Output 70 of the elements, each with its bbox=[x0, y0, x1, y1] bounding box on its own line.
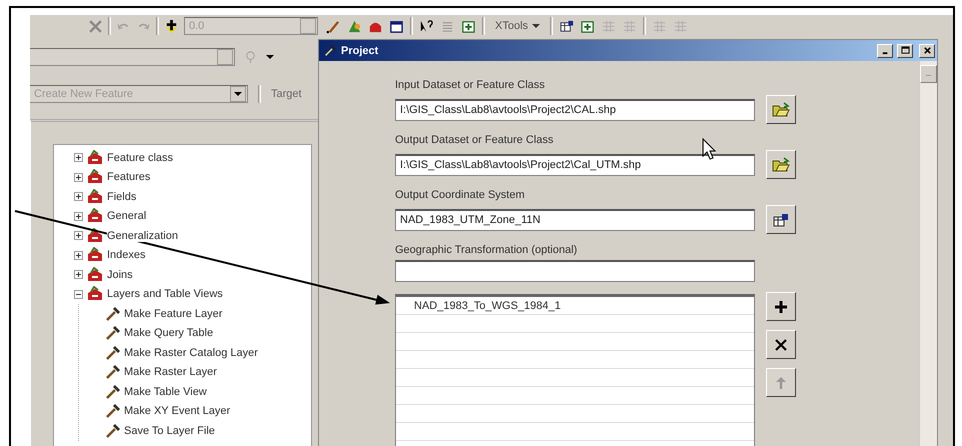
table-icon bbox=[772, 212, 790, 228]
window-icon[interactable] bbox=[389, 18, 404, 34]
expander-toggle[interactable] bbox=[74, 231, 83, 240]
hammer-icon bbox=[324, 44, 337, 57]
text-field[interactable]: I:\GIS_Class\Lab8\avtools\Project2\Cal_UTM.shp bbox=[395, 154, 755, 176]
tree-item[interactable]: Make Feature Layer bbox=[124, 308, 222, 320]
mouse-cursor-icon bbox=[702, 138, 716, 160]
tree-item[interactable]: Make Raster Catalog Layer bbox=[124, 346, 258, 359]
tree-item[interactable]: Fields bbox=[107, 190, 136, 203]
expander-toggle[interactable] bbox=[74, 290, 83, 299]
browse-button[interactable] bbox=[766, 150, 796, 179]
tree-item[interactable]: Feature class bbox=[107, 152, 174, 164]
tree-item[interactable]: Layers and Table Views bbox=[107, 288, 223, 300]
field-label: Output Dataset or Feature Class bbox=[395, 134, 554, 146]
expander-toggle[interactable] bbox=[74, 270, 83, 280]
folder-icon bbox=[772, 156, 790, 172]
hammer-icon bbox=[105, 422, 121, 439]
properties-button[interactable] bbox=[766, 205, 796, 234]
plus-icon bbox=[772, 298, 790, 314]
list-item[interactable]: NAD_1983_To_WGS_1984_1 bbox=[414, 300, 561, 312]
tree-item[interactable]: Joins bbox=[107, 268, 133, 281]
maximize-icon bbox=[900, 46, 910, 55]
close-icon bbox=[922, 46, 932, 55]
hammer-icon bbox=[105, 306, 121, 322]
xtools-menu[interactable]: XTools bbox=[491, 20, 544, 32]
plus-icon[interactable] bbox=[164, 18, 179, 34]
close-button[interactable] bbox=[919, 44, 935, 58]
hammer-icon bbox=[105, 384, 121, 400]
maximize-button[interactable] bbox=[897, 44, 913, 58]
text-field[interactable]: I:\GIS_Class\Lab8\avtools\Project2\CAL.shp bbox=[395, 98, 755, 120]
text-field[interactable]: NAD_1983_UTM_Zone_11N bbox=[395, 208, 755, 230]
text-field[interactable] bbox=[395, 260, 755, 282]
table-icon[interactable] bbox=[559, 18, 574, 34]
expander-toggle[interactable] bbox=[74, 192, 83, 202]
shapes-icon[interactable] bbox=[347, 18, 362, 34]
expander-toggle[interactable] bbox=[74, 250, 83, 260]
expander-toggle[interactable] bbox=[74, 212, 83, 221]
tree-item[interactable]: Indexes bbox=[107, 249, 146, 262]
hammer-icon bbox=[105, 344, 121, 361]
tree-item[interactable]: Make Table View bbox=[124, 386, 207, 398]
add-button[interactable] bbox=[766, 292, 796, 321]
layer-dropdown[interactable] bbox=[30, 48, 235, 66]
dropdown-arrow-icon[interactable] bbox=[266, 55, 274, 59]
remove-button[interactable] bbox=[766, 330, 796, 359]
add-window-icon[interactable] bbox=[461, 18, 476, 34]
target-label: Target bbox=[271, 88, 302, 100]
expander-toggle[interactable] bbox=[74, 172, 83, 182]
field-label: Input Dataset or Feature Class bbox=[395, 79, 546, 91]
tree-item[interactable]: Generalization bbox=[107, 230, 178, 242]
tree-item[interactable]: Save To Layer File bbox=[124, 424, 215, 437]
x-icon bbox=[772, 336, 790, 352]
add-window-icon[interactable] bbox=[580, 18, 596, 34]
tree-item[interactable]: Features bbox=[107, 171, 150, 184]
tree-item[interactable]: Make Query Table bbox=[124, 327, 214, 340]
field-label: Geographic Transformation (optional) bbox=[395, 244, 578, 256]
hammer-icon bbox=[105, 325, 121, 342]
dialog-title: Project bbox=[341, 44, 378, 56]
folder-icon bbox=[772, 102, 790, 118]
tree-item[interactable]: General bbox=[107, 210, 146, 222]
tree-item[interactable]: Make Raster Layer bbox=[124, 366, 217, 378]
field-label: Output Coordinate System bbox=[395, 189, 526, 201]
expander-toggle[interactable] bbox=[74, 153, 83, 162]
minimize-button[interactable] bbox=[877, 44, 893, 58]
browse-button[interactable] bbox=[766, 95, 796, 124]
hammer-icon bbox=[105, 364, 121, 380]
tree-item[interactable]: Make XY Event Layer bbox=[124, 405, 230, 418]
scrollbar[interactable] bbox=[919, 61, 937, 446]
help-pointer-icon[interactable] bbox=[419, 18, 434, 34]
hammer-icon bbox=[105, 403, 121, 420]
pencil-icon[interactable] bbox=[326, 18, 341, 34]
